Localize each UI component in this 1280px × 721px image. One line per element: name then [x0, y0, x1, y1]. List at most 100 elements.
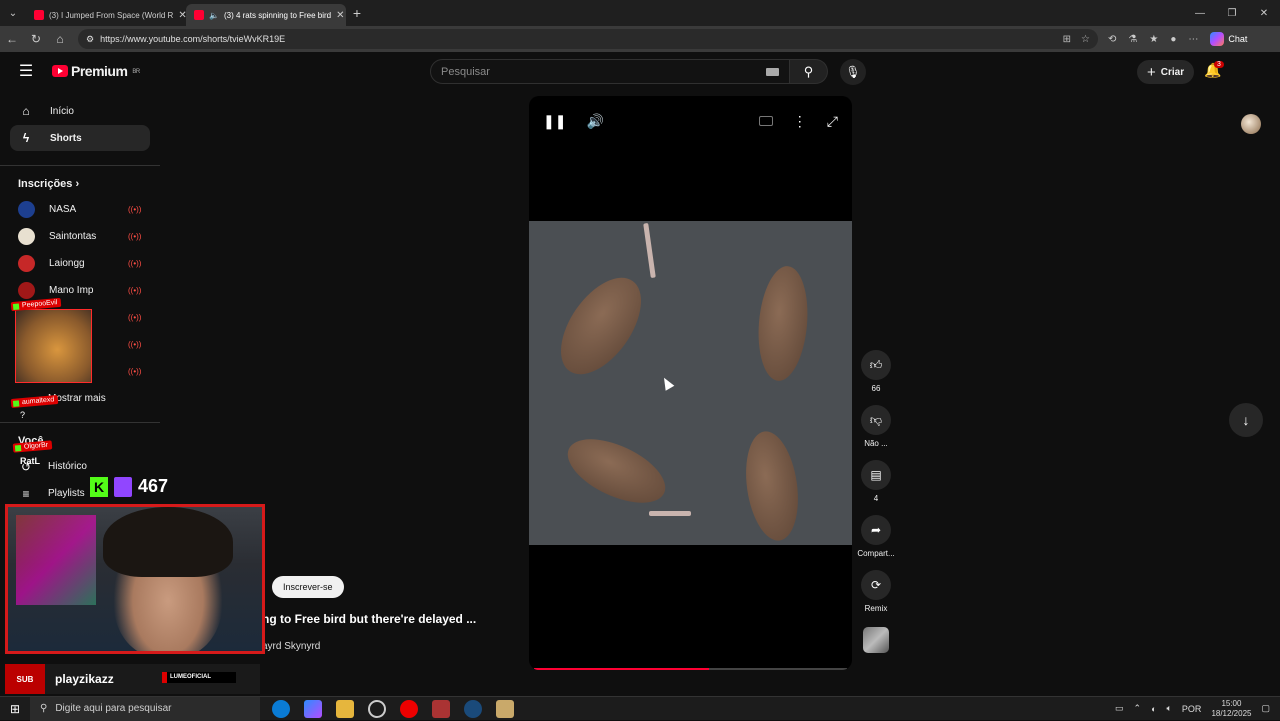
live-icon: ((•))	[128, 367, 142, 376]
language-indicator[interactable]: POR	[1182, 704, 1202, 714]
youtube-favicon-icon	[34, 10, 44, 20]
keyboard-icon[interactable]	[766, 67, 779, 76]
volume-tray-icon[interactable]: 🔈︎	[1167, 703, 1172, 714]
remix-label: Remix	[864, 604, 888, 613]
file-explorer-icon[interactable]	[336, 699, 354, 718]
like-button[interactable]: 👍︎	[861, 350, 891, 380]
extensions-icon[interactable]: ⟲	[1108, 34, 1116, 45]
more-options-icon[interactable]: ⋯	[1188, 34, 1198, 45]
url-text: https://www.youtube.com/shorts/tvieWvKR1…	[100, 34, 286, 44]
video-frame[interactable]	[529, 221, 852, 545]
close-tab-icon[interactable]: ✕	[336, 10, 344, 21]
subscription-label: NASA	[49, 204, 77, 215]
url-field[interactable]: ⚙ https://www.youtube.com/shorts/tvieWvK…	[78, 29, 1098, 49]
music-info[interactable]: ayrd Skynyrd	[262, 641, 320, 652]
menu-icon[interactable]: ☰	[0, 61, 52, 81]
youtube-logo[interactable]: Premium BR	[52, 63, 140, 79]
notification-badge: 3	[1214, 61, 1224, 68]
chevron-up-icon[interactable]: ⌃	[1134, 703, 1142, 714]
tab-list-icon[interactable]: ⌄	[0, 0, 26, 26]
subscription-item[interactable]: NASA ((•))	[0, 196, 160, 223]
kick-logo-icon: K	[90, 476, 108, 497]
back-icon[interactable]: ←	[0, 32, 24, 46]
obs-icon[interactable]	[368, 699, 386, 718]
progress-bar[interactable]	[534, 668, 847, 670]
subscriptions-heading[interactable]: Inscrições ›	[0, 165, 160, 196]
video-title[interactable]: ng to Free bird but there're delayed ...	[262, 612, 476, 626]
steam-icon[interactable]	[464, 699, 482, 718]
minimize-icon[interactable]: —	[1184, 8, 1216, 19]
youtube-play-icon	[52, 65, 68, 77]
overlay-alert-3-extra: RatL	[20, 456, 40, 466]
favorites-icon[interactable]: ★	[1149, 34, 1158, 45]
game-icon[interactable]	[496, 699, 514, 718]
pause-icon[interactable]: ❚❚	[543, 113, 566, 130]
subscription-label: Saintontas	[49, 231, 97, 242]
search-input[interactable]: Pesquisar	[430, 59, 790, 84]
volume-icon[interactable]: 🔊	[586, 113, 603, 130]
progress-fill	[534, 668, 710, 670]
youtube-music-icon[interactable]	[400, 699, 418, 718]
profile-icon[interactable]: ●	[1170, 34, 1176, 45]
shorts-player[interactable]: ❚❚ 🔊 ⋮ ⤢	[529, 96, 852, 670]
overlay-cat-image	[15, 309, 92, 383]
more-vert-icon[interactable]: ⋮	[793, 113, 807, 130]
browser-tab-2[interactable]: 🔈 (3) 4 rats spinning to Free bird ✕	[186, 4, 346, 26]
speaker-icon[interactable]: 🔈	[209, 11, 219, 20]
sidebar-item-shorts[interactable]: ϟ Shorts	[10, 125, 150, 151]
app-icon[interactable]	[432, 699, 450, 718]
subscription-label: Laiongg	[49, 258, 85, 269]
share-button[interactable]: ➦	[861, 515, 891, 545]
maximize-icon[interactable]: ❐	[1216, 8, 1248, 19]
close-tab-icon[interactable]: ✕	[178, 10, 186, 21]
edge-icon[interactable]	[272, 699, 290, 718]
app-available-icon[interactable]: ⊞	[1063, 34, 1071, 45]
monitor-icon[interactable]: ▭	[1115, 703, 1124, 714]
remix-icon: ⟳	[870, 578, 882, 592]
taskbar-search-input[interactable]: ⚲ Digite aqui para pesquisar	[30, 696, 260, 721]
rat	[754, 264, 812, 383]
channel-avatar	[18, 282, 35, 299]
subscribe-button[interactable]: Inscrever-se	[272, 576, 344, 598]
close-window-icon[interactable]: ✕	[1248, 8, 1280, 19]
extension-puzzle-icon[interactable]: ⚗	[1128, 34, 1137, 45]
comments-button[interactable]: ▤	[861, 460, 891, 490]
sidebar-item-home[interactable]: ⌂ Início	[10, 98, 150, 124]
wall-poster	[16, 515, 96, 605]
favorite-star-icon[interactable]: ☆	[1081, 34, 1090, 45]
live-icon: ((•))	[128, 259, 142, 268]
copilot-icon[interactable]	[304, 699, 322, 718]
next-short-button[interactable]: ↓	[1229, 403, 1263, 437]
chevron-right-icon: ›	[75, 178, 80, 190]
logo-region: BR	[132, 69, 140, 75]
network-icon[interactable]: ◐	[1151, 704, 1156, 714]
new-tab-button[interactable]: +	[346, 5, 368, 21]
create-button[interactable]: + Criar	[1137, 60, 1195, 84]
rat	[558, 426, 675, 516]
channel-avatar	[18, 255, 35, 272]
streamer-hair	[103, 507, 233, 577]
sidebar-item-label: Histórico	[48, 461, 87, 472]
avatar[interactable]	[1241, 114, 1261, 134]
clock[interactable]: 15:00 18/12/2025	[1211, 699, 1251, 719]
browser-tab-1[interactable]: (3) I Jumped From Space (World R ✕	[26, 4, 186, 26]
remix-button[interactable]: ⟳	[861, 570, 891, 600]
reload-icon[interactable]: ↻	[24, 32, 48, 46]
subscription-item[interactable]: Laiongg ((•))	[0, 250, 160, 277]
site-info-icon[interactable]: ⚙	[86, 34, 94, 45]
dislike-button[interactable]: 👎︎	[861, 405, 891, 435]
windows-start-icon[interactable]: ⊞	[0, 702, 30, 716]
home-icon[interactable]: ⌂	[48, 32, 72, 46]
sound-thumbnail[interactable]	[863, 627, 889, 653]
subscription-item[interactable]: Saintontas ((•))	[0, 223, 160, 250]
copilot-chat-button[interactable]: Chat	[1210, 32, 1247, 46]
streamer-name: playzikazz	[55, 672, 114, 686]
fullscreen-icon[interactable]: ⤢	[827, 113, 838, 130]
notification-center-icon[interactable]: ▢	[1261, 703, 1270, 714]
microphone-icon[interactable]: 🎙	[840, 59, 866, 85]
twitch-logo-icon	[114, 476, 132, 497]
subscription-item[interactable]: Mano Imp ((•))	[0, 277, 160, 304]
subscription-label: Mano Imp	[49, 285, 94, 296]
captions-icon[interactable]	[758, 116, 773, 126]
search-button[interactable]: ⚲	[790, 59, 828, 84]
